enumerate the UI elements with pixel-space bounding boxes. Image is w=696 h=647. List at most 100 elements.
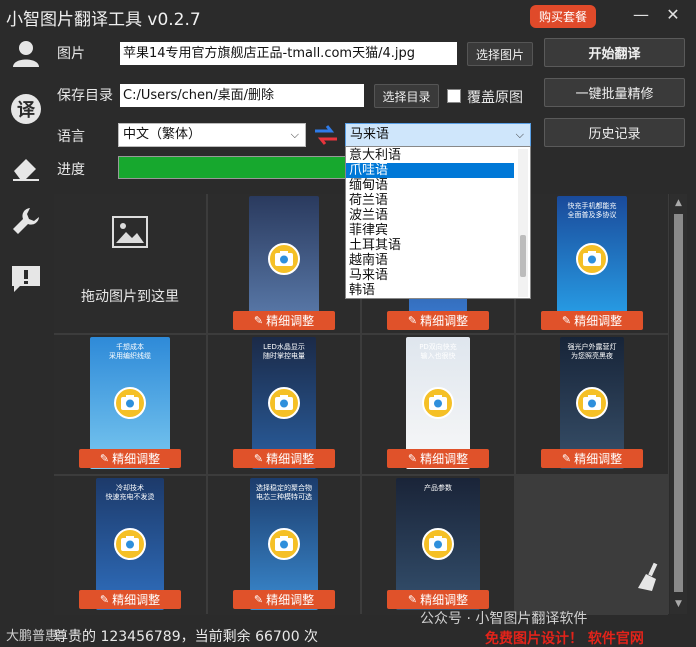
dropdown-option[interactable]: 荷兰语: [346, 193, 514, 208]
status-bar: 大鹏普惠 尊贵的 123456789，当前剩余 66700 次 公众号 · 小智…: [0, 611, 696, 647]
pencil-icon: ✎: [253, 593, 264, 606]
dropdown-option[interactable]: 爪哇语: [346, 163, 514, 178]
app-title: 小智图片翻译工具 v0.2.7: [6, 10, 201, 30]
dropdown-option[interactable]: 意大利语: [346, 148, 514, 163]
drop-zone[interactable]: 拖动图片到这里: [54, 194, 206, 333]
image-cell[interactable]: ✎ 精细调整: [208, 194, 360, 333]
refine-button[interactable]: ✎ 精细调整: [233, 590, 335, 609]
translated-badge-icon: [268, 387, 300, 419]
language-dropdown: 意大利语 爪哇语 缅甸语 荷兰语 波兰语 菲律宾 土耳其语 越南语 马来语 韩语: [345, 146, 531, 299]
refine-label: 精细调整: [112, 452, 161, 466]
refine-button[interactable]: ✎ 精细调整: [79, 590, 181, 609]
scrollbar-thumb[interactable]: [674, 214, 683, 592]
image-cell[interactable]: 选择稳定的聚合物 电芯三种模特可选 ✎ 精细调整: [208, 476, 360, 615]
refine-button[interactable]: ✎ 精细调整: [387, 311, 489, 330]
dropdown-option[interactable]: 波兰语: [346, 208, 514, 223]
scroll-up-icon[interactable]: ▲: [670, 196, 687, 210]
minimize-icon[interactable]: —: [630, 4, 652, 26]
close-icon[interactable]: ✕: [662, 4, 684, 26]
watermark-right: 公众号 · 小智图片翻译软件: [420, 611, 588, 627]
image-cell[interactable]: 快充手机都能充 全面普及多协议 ✎ 精细调整: [516, 194, 668, 333]
progress-label: 进度: [57, 162, 85, 178]
save-dir-label: 保存目录: [57, 88, 113, 104]
choose-image-button[interactable]: 选择图片: [467, 42, 533, 66]
image-label: 图片: [57, 46, 85, 62]
translated-badge-icon: [268, 242, 300, 275]
image-cell[interactable]: 千想成本 采用编织线缆 ✎ 精细调整: [54, 335, 206, 474]
pencil-icon: ✎: [99, 452, 110, 465]
save-dir-field[interactable]: C:/Users/chen/桌面/删除: [120, 84, 364, 107]
dropdown-option[interactable]: 马来语: [346, 268, 514, 283]
refine-label: 精细调整: [112, 593, 161, 607]
image-path-field[interactable]: 苹果14专用官方旗舰店正品-tmall.com天猫/4.jpg: [120, 42, 457, 65]
start-translate-button[interactable]: 开始翻译: [544, 38, 685, 67]
refine-label: 精细调整: [420, 593, 469, 607]
refine-label: 精细调整: [574, 314, 623, 328]
refine-label: 精细调整: [266, 314, 315, 328]
batch-refine-button[interactable]: 一键批量精修: [544, 78, 685, 107]
pencil-icon: ✎: [99, 593, 110, 606]
alert-icon[interactable]: [9, 262, 43, 296]
translated-badge-icon: [114, 387, 146, 419]
translated-badge-icon: [576, 387, 608, 419]
translate-icon[interactable]: 译: [9, 92, 43, 126]
image-cell[interactable]: 产品参数 ✎ 精细调整: [362, 476, 514, 615]
choose-dir-button[interactable]: 选择目录: [374, 84, 439, 108]
dropdown-scrollbar[interactable]: [518, 149, 528, 297]
image-cell[interactable]: PD双向快充 输入也很快 ✎ 精细调整: [362, 335, 514, 474]
image-placeholder-icon: [112, 216, 148, 252]
refine-button[interactable]: ✎ 精细调整: [233, 449, 335, 468]
thumbnail-caption: PD双向快充 输入也很快: [419, 343, 457, 360]
pencil-icon: ✎: [407, 452, 418, 465]
refine-label: 精细调整: [266, 593, 315, 607]
history-button[interactable]: 历史记录: [544, 118, 685, 147]
buy-package-button[interactable]: 购买套餐: [530, 5, 596, 28]
user-icon[interactable]: [9, 36, 43, 70]
dropdown-option[interactable]: 土耳其语: [346, 238, 514, 253]
grid-scrollbar[interactable]: ▲ ▼: [670, 194, 687, 614]
pencil-icon: ✎: [561, 452, 572, 465]
pencil-icon: ✎: [407, 593, 418, 606]
image-cell[interactable]: [516, 476, 668, 615]
refine-button[interactable]: ✎ 精细调整: [541, 449, 643, 468]
refine-button[interactable]: ✎ 精细调整: [387, 449, 489, 468]
image-thumbnail[interactable]: [249, 196, 319, 321]
drop-hint: 拖动图片到这里: [81, 289, 179, 305]
scroll-down-icon[interactable]: ▼: [670, 597, 687, 611]
refine-button[interactable]: ✎ 精细调整: [387, 590, 489, 609]
overwrite-checkbox[interactable]: [447, 89, 461, 103]
pencil-icon: ✎: [253, 314, 264, 327]
image-cell[interactable]: 强光户外露营灯 为您照亮黑夜 ✎ 精细调整: [516, 335, 668, 474]
dropdown-option[interactable]: 菲律宾: [346, 223, 514, 238]
image-cell[interactable]: 冷却技术 快速充电不发烫 ✎ 精细调整: [54, 476, 206, 615]
eraser-icon[interactable]: [9, 150, 43, 184]
thumbnail-caption: 选择稳定的聚合物 电芯三种模特可选: [256, 484, 312, 501]
progress-fill: [119, 157, 345, 178]
dropdown-scrollbar-thumb[interactable]: [520, 235, 526, 277]
dropdown-option[interactable]: 越南语: [346, 253, 514, 268]
refine-button[interactable]: ✎ 精细调整: [79, 449, 181, 468]
dropdown-option[interactable]: 缅甸语: [346, 178, 514, 193]
status-text: 尊贵的 123456789，当前剩余 66700 次: [54, 629, 319, 645]
refine-button[interactable]: ✎ 精细调整: [233, 311, 335, 330]
wrench-icon[interactable]: [9, 204, 43, 238]
refine-label: 精细调整: [420, 452, 469, 466]
translated-badge-icon: [422, 528, 454, 560]
thumbnail-caption: 产品参数: [424, 484, 452, 492]
swap-language-icon[interactable]: [313, 124, 339, 146]
target-language-select[interactable]: 马来语 ⌵: [345, 123, 531, 147]
image-thumbnail[interactable]: 快充手机都能充 全面普及多协议: [557, 196, 627, 321]
refine-label: 精细调整: [420, 314, 469, 328]
broom-icon[interactable]: [634, 562, 664, 592]
refine-label: 精细调整: [574, 452, 623, 466]
image-cell[interactable]: LED水晶显示 随时掌控电量 ✎ 精细调整: [208, 335, 360, 474]
dropdown-option[interactable]: 韩语: [346, 283, 514, 298]
website-link[interactable]: 免费图片设计！ 软件官网: [485, 628, 644, 647]
thumbnail-caption: 冷却技术 快速充电不发烫: [105, 484, 155, 501]
source-language-select[interactable]: 中文（繁体） ⌵: [118, 123, 306, 147]
refine-button[interactable]: ✎ 精细调整: [541, 311, 643, 330]
translated-badge-icon: [268, 528, 300, 560]
thumbnail-caption: LED水晶显示 随时掌控电量: [263, 343, 305, 360]
watermark-left: 大鹏普惠: [6, 629, 59, 644]
overwrite-label: 覆盖原图: [467, 90, 523, 106]
